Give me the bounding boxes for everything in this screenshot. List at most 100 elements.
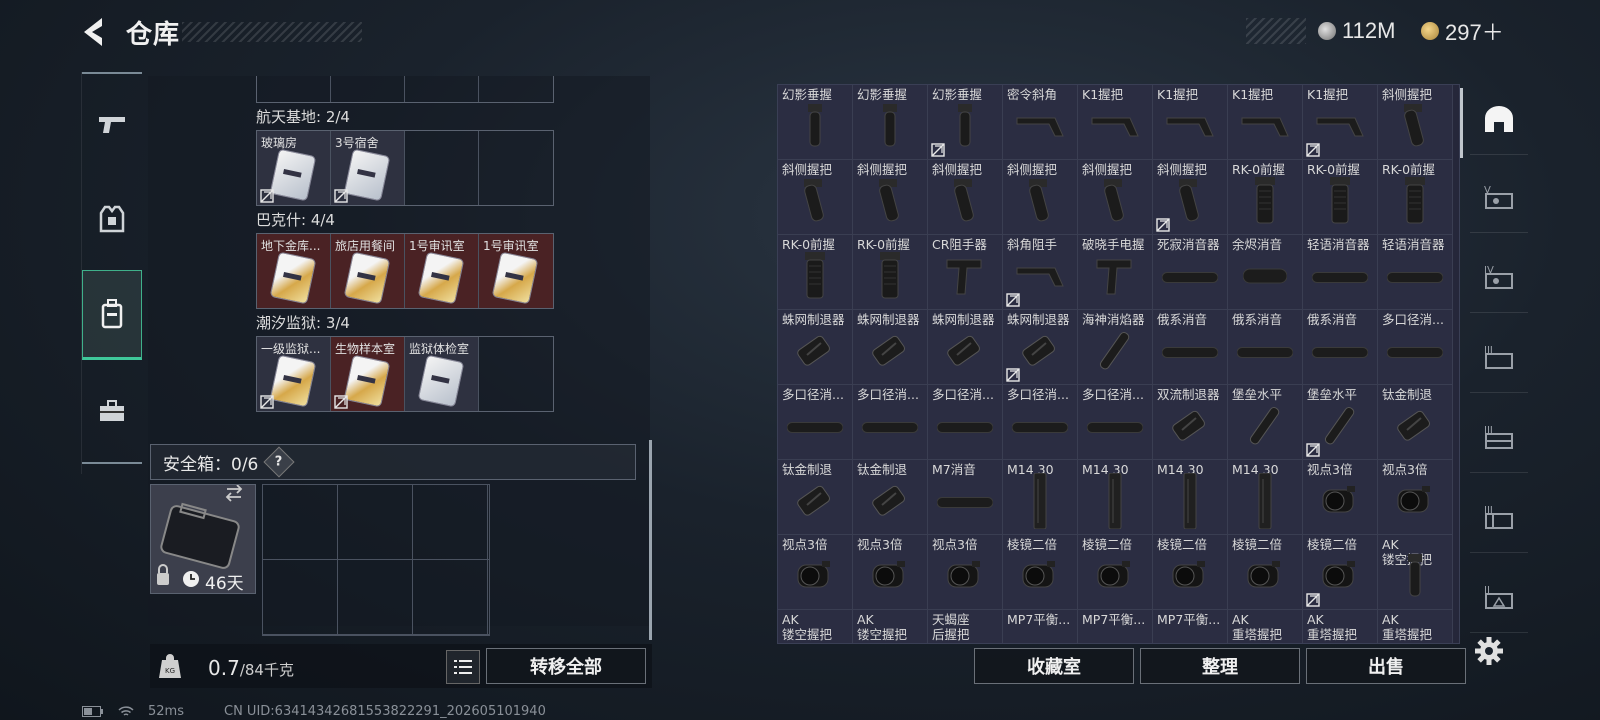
keycard-slot[interactable]: 1号审讯室: [479, 234, 553, 308]
attachment-item[interactable]: M14 30: [1078, 460, 1153, 535]
attachment-item[interactable]: 幻影垂握: [853, 85, 928, 160]
transfer-all-button[interactable]: 转移全部: [486, 648, 646, 684]
attachment-item[interactable]: 斜侧握把: [778, 160, 853, 235]
attachment-item[interactable]: 多口径消...: [778, 385, 853, 460]
collection-room-button[interactable]: 收藏室: [974, 648, 1134, 684]
attachment-item[interactable]: AK 镂空握把: [853, 610, 928, 643]
attachment-item[interactable]: 双流制退器: [1153, 385, 1228, 460]
attachment-item[interactable]: 视点3倍: [778, 535, 853, 610]
attachment-item[interactable]: M14 30: [1228, 460, 1303, 535]
keycard-slot[interactable]: 3号宿舍: [331, 131, 405, 205]
attachment-item[interactable]: 蛛网制退器: [928, 310, 1003, 385]
stash-scrollbar[interactable]: [649, 440, 652, 640]
attachment-item[interactable]: 俄系消音: [1153, 310, 1228, 385]
attachment-item[interactable]: 海神消焰器: [1078, 310, 1153, 385]
keycard-slot[interactable]: 生物样本室: [331, 337, 405, 411]
attachment-item[interactable]: 破晓手电握: [1078, 235, 1153, 310]
attachment-item[interactable]: 蛛网制退器: [1003, 310, 1078, 385]
tab-level-3a[interactable]: III: [1470, 322, 1528, 393]
attachment-item[interactable]: 天蝎座 后握把: [928, 610, 1003, 643]
attachment-item[interactable]: 多口径消...: [1078, 385, 1153, 460]
attachment-item[interactable]: 棱镜二倍: [1303, 535, 1378, 610]
attachment-item[interactable]: K1握把: [1228, 85, 1303, 160]
keycard-slot[interactable]: 监狱体检室: [405, 337, 479, 411]
tab-level-3b[interactable]: III: [1470, 402, 1528, 473]
attachment-item[interactable]: AK 镂空握把: [1378, 535, 1453, 610]
nav-toolbox[interactable]: [82, 366, 142, 456]
attachment-item[interactable]: 视点3倍: [1378, 460, 1453, 535]
empty-slot[interactable]: [405, 131, 479, 205]
attachment-item[interactable]: 俄系消音: [1228, 310, 1303, 385]
keycard-slot[interactable]: 地下金库...: [257, 234, 331, 308]
sort-button[interactable]: 整理: [1140, 648, 1300, 684]
money-display[interactable]: 112M: [1318, 18, 1395, 44]
attachment-item[interactable]: AK 重塔握把: [1303, 610, 1378, 643]
tab-level-3c[interactable]: III: [1470, 482, 1528, 553]
attachment-item[interactable]: 钛金制退: [778, 460, 853, 535]
tab-helmet[interactable]: [1470, 84, 1528, 155]
attachment-item[interactable]: 幻影垂握: [928, 85, 1003, 160]
attachment-item[interactable]: 棱镜二倍: [1078, 535, 1153, 610]
attachment-item[interactable]: 棱镜二倍: [1003, 535, 1078, 610]
empty-slot[interactable]: [479, 131, 553, 205]
attachment-item[interactable]: 斜侧握把: [1003, 160, 1078, 235]
attachment-item[interactable]: 多口径消...: [853, 385, 928, 460]
attachment-item[interactable]: 死寂消音器: [1153, 235, 1228, 310]
attachment-item[interactable]: AK 镂空握把: [778, 610, 853, 643]
attachment-item[interactable]: 密令斜角: [1003, 85, 1078, 160]
list-view-button[interactable]: [446, 650, 480, 684]
nav-weapon[interactable]: [82, 80, 142, 170]
keycard-slot[interactable]: 一级监狱...: [257, 337, 331, 411]
empty-slot[interactable]: [479, 337, 553, 411]
keycard-slot[interactable]: 玻璃房: [257, 131, 331, 205]
token-display[interactable]: 297＋: [1421, 18, 1504, 45]
attachment-item[interactable]: 多口径消...: [928, 385, 1003, 460]
attachment-item[interactable]: RK-0前握: [853, 235, 928, 310]
attachment-item[interactable]: K1握把: [1078, 85, 1153, 160]
attachment-item[interactable]: M14 30: [1003, 460, 1078, 535]
nav-backpack[interactable]: [82, 270, 142, 360]
attachment-item[interactable]: RK-0前握: [1228, 160, 1303, 235]
attachment-item[interactable]: 多口径消...: [1378, 310, 1453, 385]
attachment-item[interactable]: 斜侧握把: [1378, 85, 1453, 160]
help-icon[interactable]: ?: [263, 446, 295, 478]
attachment-item[interactable]: 多口径消...: [1003, 385, 1078, 460]
settings-gear-icon[interactable]: [1474, 636, 1504, 666]
attachment-item[interactable]: RK-0前握: [1303, 160, 1378, 235]
attachment-item[interactable]: 堡垒水平: [1303, 385, 1378, 460]
safe-box-grid[interactable]: [262, 484, 490, 636]
attachment-item[interactable]: M7消音: [928, 460, 1003, 535]
attachment-item[interactable]: MP7平衡...: [1078, 610, 1153, 643]
tab-level-5[interactable]: V: [1470, 162, 1528, 233]
attachment-item[interactable]: MP7平衡...: [1003, 610, 1078, 643]
attachment-item[interactable]: 俄系消音: [1303, 310, 1378, 385]
attachment-item[interactable]: RK-0前握: [1378, 160, 1453, 235]
attachment-item[interactable]: 轻语消音器: [1303, 235, 1378, 310]
attachment-item[interactable]: 幻影垂握: [778, 85, 853, 160]
attachment-item[interactable]: AK 重塔握把: [1378, 610, 1453, 643]
nav-armor[interactable]: [82, 174, 142, 264]
tab-level-4[interactable]: IV: [1470, 242, 1528, 313]
attachment-item[interactable]: 斜侧握把: [1078, 160, 1153, 235]
attachment-item[interactable]: 蛛网制退器: [853, 310, 928, 385]
keycard-slot[interactable]: 1号审讯室: [405, 234, 479, 308]
attachment-item[interactable]: 钛金制退: [1378, 385, 1453, 460]
attachment-item[interactable]: 棱镜二倍: [1228, 535, 1303, 610]
attachment-item[interactable]: K1握把: [1303, 85, 1378, 160]
attachment-item[interactable]: 视点3倍: [853, 535, 928, 610]
back-arrow-icon[interactable]: [80, 16, 110, 48]
attachment-item[interactable]: 余烬消音: [1228, 235, 1303, 310]
attachment-item[interactable]: CR阻手器: [928, 235, 1003, 310]
attachment-item[interactable]: 斜侧握把: [1153, 160, 1228, 235]
attachment-item[interactable]: 钛金制退: [853, 460, 928, 535]
attachment-item[interactable]: 视点3倍: [1303, 460, 1378, 535]
attachment-item[interactable]: AK 重塔握把: [1228, 610, 1303, 643]
keycard-slot[interactable]: 旅店用餐间: [331, 234, 405, 308]
attachment-item[interactable]: 蛛网制退器: [778, 310, 853, 385]
attachment-item[interactable]: MP7平衡...: [1153, 610, 1228, 643]
attachment-item[interactable]: M14 30: [1153, 460, 1228, 535]
attachment-item[interactable]: RK-0前握: [778, 235, 853, 310]
safe-box-item[interactable]: 46天: [150, 484, 256, 594]
attachment-item[interactable]: 堡垒水平: [1228, 385, 1303, 460]
items-scrollbar[interactable]: [1460, 88, 1463, 158]
